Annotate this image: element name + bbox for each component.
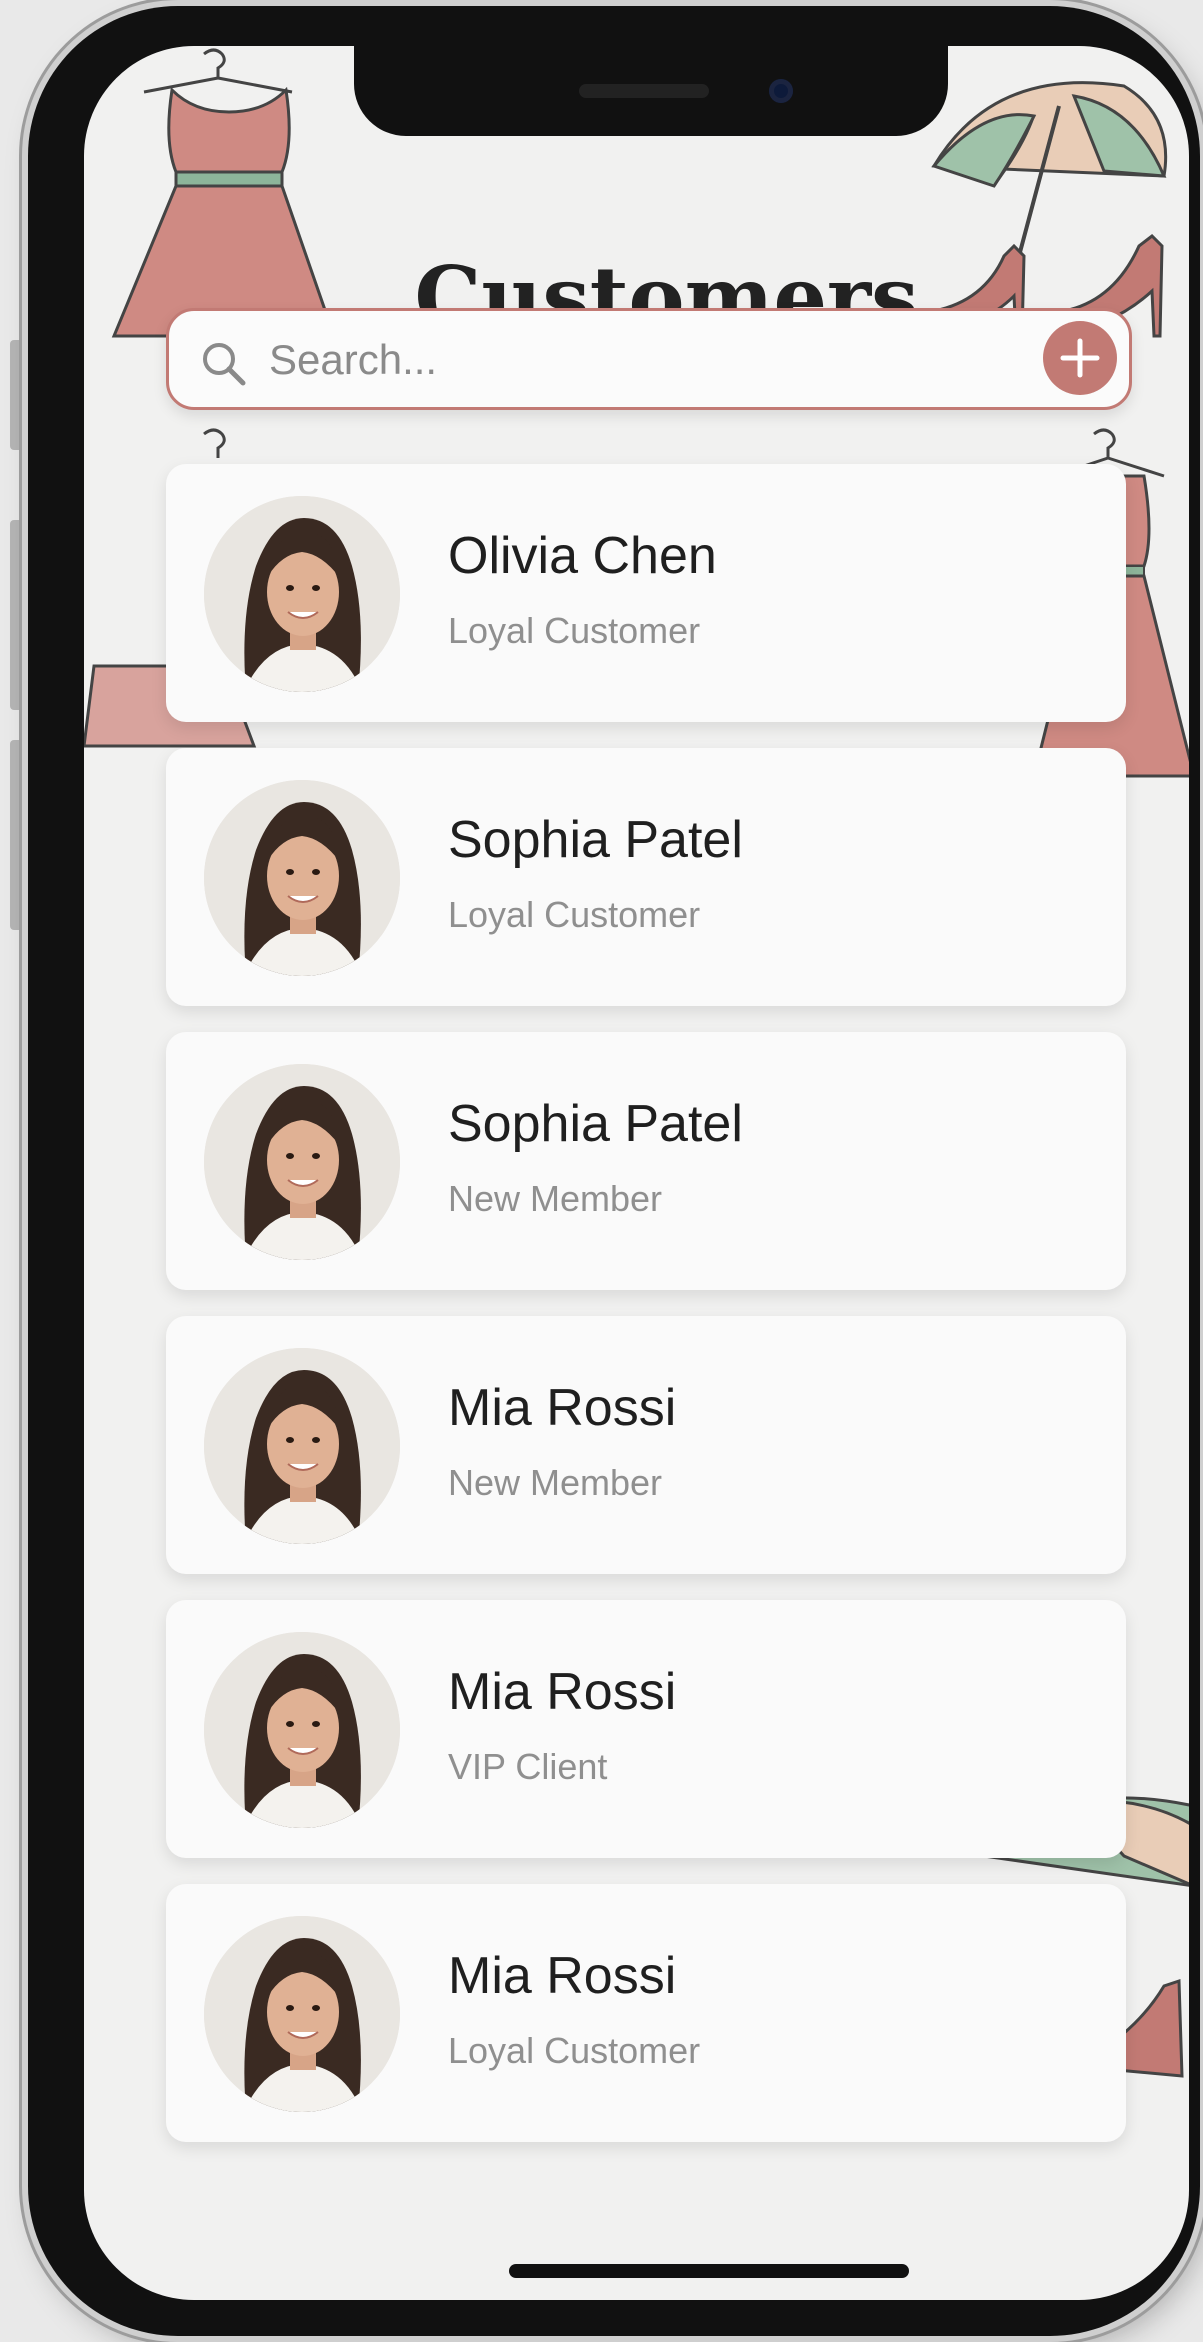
customer-avatar: [204, 1916, 400, 2112]
portrait-image: [204, 496, 400, 692]
customer-avatar: [204, 1064, 400, 1260]
volume-up-button: [10, 520, 24, 710]
customer-status: VIP Client: [448, 1746, 608, 1787]
customer-name: Mia Rossi: [448, 1663, 677, 1721]
customer-card[interactable]: Olivia Chen Loyal Customer: [166, 464, 1126, 722]
portrait-image: [204, 1348, 400, 1544]
customer-name: Olivia Chen: [448, 527, 717, 585]
customer-name: Sophia Patel: [448, 811, 743, 869]
customer-status: Loyal Customer: [448, 2030, 701, 2071]
phone-frame: Customers Olivia Chen Loyal Customer: [28, 6, 1200, 2336]
customer-name: Mia Rossi: [448, 1947, 677, 2005]
customer-avatar: [204, 1632, 400, 1828]
customer-card[interactable]: Sophia Patel Loyal Customer: [166, 748, 1126, 1006]
portrait-image: [204, 1632, 400, 1828]
portrait-image: [204, 1916, 400, 2112]
home-indicator[interactable]: [509, 2264, 909, 2278]
search-input[interactable]: [267, 329, 971, 391]
customer-card[interactable]: Sophia Patel New Member: [166, 1032, 1126, 1290]
plus-icon: [1060, 338, 1100, 378]
search-bar: [166, 308, 1132, 410]
customer-status: Loyal Customer: [448, 894, 701, 935]
portrait-image: [204, 780, 400, 976]
customer-status: New Member: [448, 1462, 663, 1503]
app-screen: Customers Olivia Chen Loyal Customer: [84, 46, 1189, 2300]
volume-down-button: [10, 740, 24, 930]
add-customer-button[interactable]: [1043, 321, 1117, 395]
customer-avatar: [204, 780, 400, 976]
front-camera: [769, 79, 793, 103]
customer-list: Olivia Chen Loyal Customer Sophia Patel …: [166, 464, 1126, 2168]
customer-name: Mia Rossi: [448, 1379, 677, 1437]
customer-avatar: [204, 1348, 400, 1544]
search-icon: [203, 343, 246, 386]
customer-card[interactable]: Mia Rossi Loyal Customer: [166, 1884, 1126, 2142]
portrait-image: [204, 1064, 400, 1260]
speaker-grille: [579, 84, 709, 98]
customer-card[interactable]: Mia Rossi New Member: [166, 1316, 1126, 1574]
customer-card[interactable]: Mia Rossi VIP Client: [166, 1600, 1126, 1858]
notch: [354, 46, 948, 136]
mute-switch: [10, 340, 24, 450]
customer-status: New Member: [448, 1178, 663, 1219]
customer-name: Sophia Patel: [448, 1095, 743, 1153]
customer-status: Loyal Customer: [448, 610, 701, 651]
customer-avatar: [204, 496, 400, 692]
